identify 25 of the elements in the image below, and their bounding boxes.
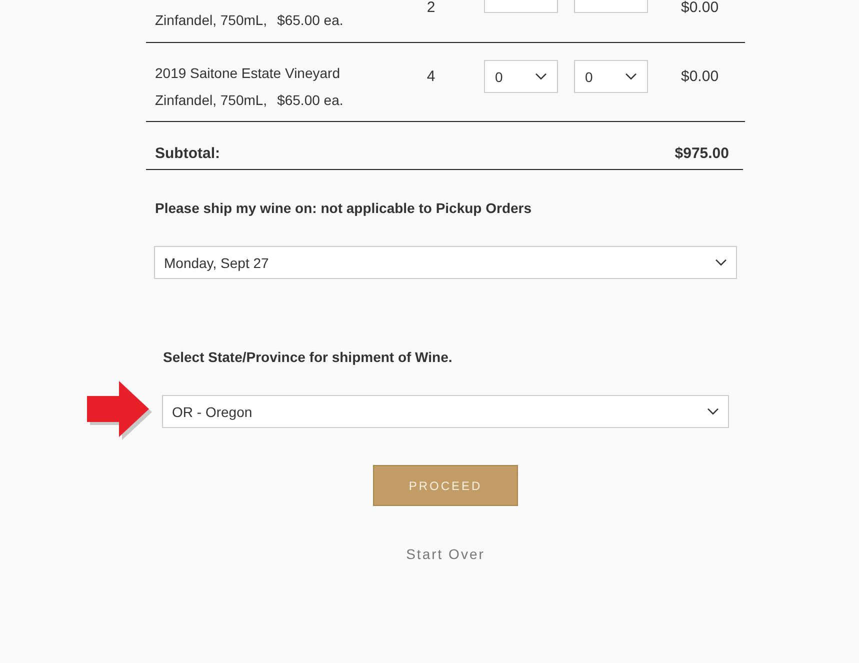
- chevron-down-icon: [535, 73, 547, 80]
- quantity-select[interactable]: 0: [574, 60, 648, 93]
- quantity-value: 2: [426, 0, 436, 16]
- ship-date-label: Please ship my wine on: not applicable to Pickup Orders: [155, 200, 532, 216]
- line-total: $0.00: [681, 0, 719, 16]
- quantity-select[interactable]: [574, 0, 648, 13]
- line-total: $0.00: [681, 67, 719, 87]
- chevron-down-icon: [625, 73, 637, 80]
- state-label: Select State/Province for shipment of Wine.: [163, 349, 452, 365]
- wine-name: 2019 Saitone Estate Vineyard: [155, 65, 340, 81]
- wine-details: Zinfandel, 750mL,: [155, 12, 268, 28]
- quantity-value: 4: [426, 67, 436, 87]
- state-select[interactable]: OR - Oregon: [162, 395, 729, 428]
- subtotal-value: $975.00: [674, 144, 729, 164]
- arrow-icon: [87, 381, 153, 441]
- wine-details: Zinfandel, 750mL,: [155, 92, 268, 108]
- start-over-link[interactable]: Start Over: [406, 544, 485, 564]
- unit-price: $65.00 ea.: [277, 92, 344, 108]
- unit-price: $65.00 ea.: [277, 12, 344, 28]
- chevron-down-icon: [715, 259, 727, 266]
- subtotal-label: Subtotal:: [155, 144, 220, 164]
- quantity-select[interactable]: 0: [484, 60, 558, 93]
- ship-date-select[interactable]: Monday, Sept 27: [154, 246, 737, 279]
- chevron-down-icon: [707, 408, 719, 415]
- quantity-select[interactable]: [484, 0, 558, 13]
